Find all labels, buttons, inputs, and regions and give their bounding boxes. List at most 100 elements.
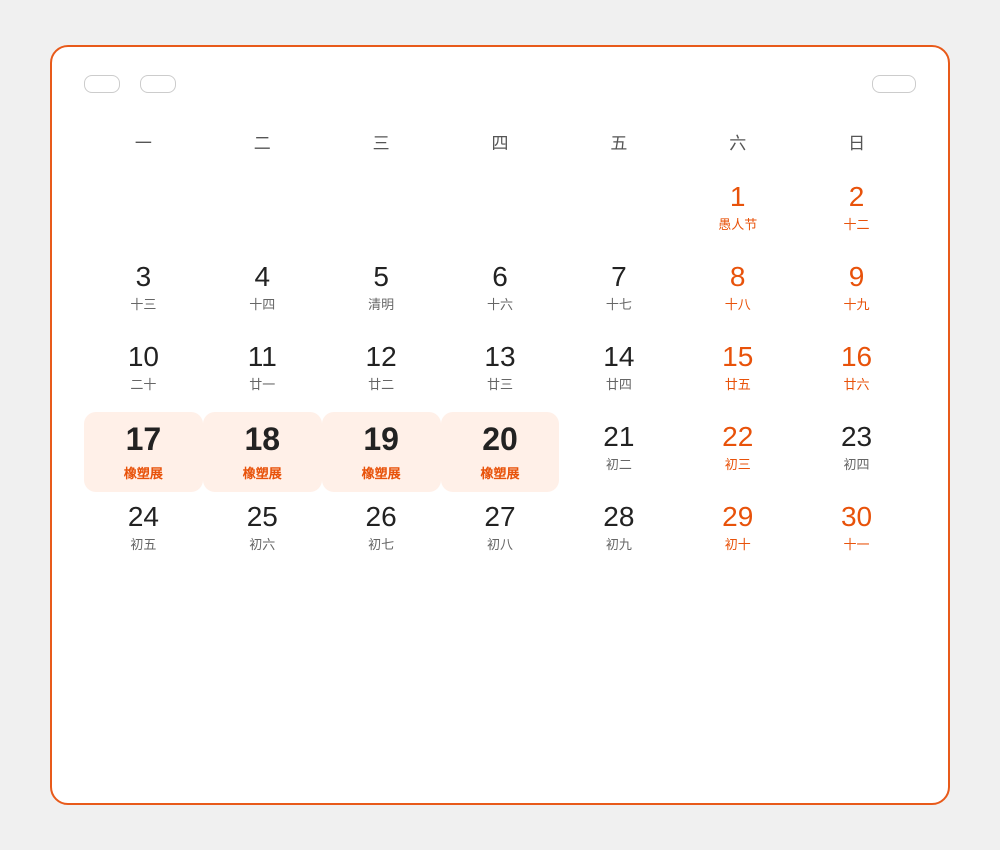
event-tag: 橡塑展 <box>480 463 519 482</box>
day-sub: 初五 <box>130 537 156 553</box>
day-cell[interactable]: 29初十 <box>678 492 797 572</box>
day-number: 5 <box>373 262 389 293</box>
day-sub: 初十 <box>725 537 751 553</box>
day-number: 28 <box>603 502 634 533</box>
day-cell[interactable]: 28 初九 <box>559 492 678 572</box>
weekday-cell: 四 <box>441 121 560 162</box>
day-number: 7 <box>611 262 627 293</box>
day-number: 17 <box>126 422 162 457</box>
day-sub: 十二 <box>844 217 870 233</box>
day-cell[interactable]: 11 廿一 <box>203 332 322 412</box>
day-cell[interactable]: 4十四 <box>203 252 322 332</box>
weekday-cell: 日 <box>797 121 916 162</box>
weekday-cell: 二 <box>203 121 322 162</box>
day-sub: 廿三 <box>487 377 513 393</box>
days-grid: 1 愚人节 2 十二 3 十三 4十四 5 清明 6 十六 7 十七 8 十八 9 十九 10 二十 11 廿一 12 廿二… <box>84 172 916 572</box>
weekday-cell: 三 <box>322 121 441 162</box>
day-sub: 十七 <box>606 297 632 313</box>
day-number: 14 <box>603 342 634 373</box>
weekday-cell: 五 <box>559 121 678 162</box>
day-cell[interactable]: 23 初四 <box>797 412 916 492</box>
day-number: 24 <box>128 502 159 533</box>
day-cell[interactable]: 17 橡塑展 <box>84 412 203 492</box>
day-cell[interactable]: 18 橡塑展 <box>203 412 322 492</box>
day-sub: 十三 <box>130 297 156 313</box>
calendar-header <box>84 75 916 93</box>
day-sub: 廿二 <box>368 377 394 393</box>
day-cell <box>559 172 678 252</box>
day-sub: 初四 <box>844 457 870 473</box>
day-cell[interactable]: 13 廿三 <box>441 332 560 412</box>
day-sub: 十八 <box>725 297 751 313</box>
day-sub: 清明 <box>368 297 394 313</box>
day-sub: 二十 <box>130 377 156 393</box>
day-number: 16 <box>841 342 872 373</box>
day-number: 22 <box>722 422 753 453</box>
day-sub: 初九 <box>606 537 632 553</box>
day-sub: 初八 <box>487 537 513 553</box>
day-cell[interactable]: 21 初二 <box>559 412 678 492</box>
day-sub: 十一 <box>844 537 870 553</box>
weekday-cell: 一 <box>84 121 203 162</box>
view-select[interactable] <box>872 75 916 93</box>
day-number: 30 <box>841 502 872 533</box>
day-sub: 十九 <box>844 297 870 313</box>
weekday-cell: 六 <box>678 121 797 162</box>
day-number: 15 <box>722 342 753 373</box>
day-cell[interactable]: 27 初八 <box>441 492 560 572</box>
day-number: 6 <box>492 262 508 293</box>
day-cell[interactable]: 10 二十 <box>84 332 203 412</box>
day-cell[interactable]: 22初三 <box>678 412 797 492</box>
year-select[interactable] <box>84 75 120 93</box>
day-cell <box>322 172 441 252</box>
day-number: 18 <box>244 422 280 457</box>
day-cell[interactable]: 24 初五 <box>84 492 203 572</box>
day-sub: 十六 <box>487 297 513 313</box>
day-number: 13 <box>484 342 515 373</box>
day-number: 10 <box>128 342 159 373</box>
day-number: 27 <box>484 502 515 533</box>
day-cell[interactable]: 14 廿四 <box>559 332 678 412</box>
day-cell <box>441 172 560 252</box>
day-cell[interactable]: 9 十九 <box>797 252 916 332</box>
day-number: 3 <box>136 262 152 293</box>
day-cell[interactable]: 7 十七 <box>559 252 678 332</box>
day-sub: 初二 <box>606 457 632 473</box>
day-cell[interactable]: 16 廿六 <box>797 332 916 412</box>
day-number: 11 <box>248 342 277 373</box>
day-cell[interactable]: 19橡塑展 <box>322 412 441 492</box>
day-number: 19 <box>363 422 399 457</box>
day-cell[interactable]: 5 清明 <box>322 252 441 332</box>
month-select[interactable] <box>140 75 176 93</box>
day-sub: 廿一 <box>249 377 275 393</box>
day-number: 8 <box>730 262 746 293</box>
day-cell[interactable]: 6 十六 <box>441 252 560 332</box>
day-number: 23 <box>841 422 872 453</box>
day-cell[interactable]: 3 十三 <box>84 252 203 332</box>
day-cell[interactable]: 8 十八 <box>678 252 797 332</box>
day-cell[interactable]: 30 十一 <box>797 492 916 572</box>
day-cell[interactable]: 2 十二 <box>797 172 916 252</box>
day-sub: 廿五 <box>725 377 751 393</box>
day-number: 2 <box>849 182 865 213</box>
day-sub: 廿四 <box>606 377 632 393</box>
event-tag: 橡塑展 <box>124 463 163 482</box>
day-number: 12 <box>366 342 397 373</box>
day-number: 9 <box>849 262 865 293</box>
day-cell[interactable]: 12 廿二 <box>322 332 441 412</box>
day-cell[interactable]: 15 廿五 <box>678 332 797 412</box>
day-cell[interactable]: 25初六 <box>203 492 322 572</box>
day-sub: 廿六 <box>844 377 870 393</box>
day-sub: 愚人节 <box>718 217 757 233</box>
day-cell[interactable]: 20 橡塑展 <box>441 412 560 492</box>
day-sub: 十四 <box>249 297 275 313</box>
day-cell[interactable]: 26初七 <box>322 492 441 572</box>
day-number: 25 <box>247 502 278 533</box>
day-number: 1 <box>730 182 746 213</box>
day-cell <box>84 172 203 252</box>
day-number: 26 <box>366 502 397 533</box>
day-number: 20 <box>482 422 518 457</box>
day-number: 21 <box>603 422 634 453</box>
event-tag: 橡塑展 <box>243 463 282 482</box>
day-cell[interactable]: 1 愚人节 <box>678 172 797 252</box>
